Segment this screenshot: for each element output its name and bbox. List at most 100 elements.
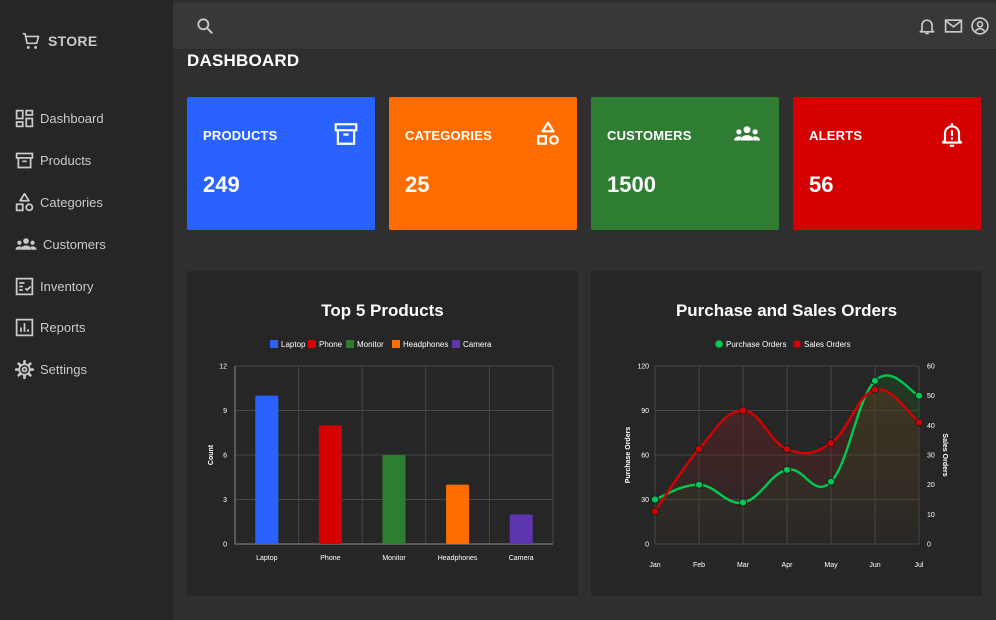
brand[interactable]: STORE: [20, 30, 97, 52]
y-tick-label: 3: [223, 497, 227, 504]
card-label: PRODUCTS: [203, 128, 278, 143]
sidebar: STORE Dashboard Products Categories Cust…: [0, 0, 173, 620]
card-customers[interactable]: CUSTOMERS 1500: [591, 97, 779, 230]
brand-name: STORE: [48, 33, 98, 49]
sidebar-item-label: Reports: [40, 320, 86, 336]
bar: [382, 455, 406, 544]
card-categories[interactable]: CATEGORIES 25: [389, 97, 577, 230]
archive-icon: [15, 152, 34, 169]
y2-tick-label: 50: [927, 393, 935, 400]
people-icon: [734, 126, 760, 141]
y2-axis-title: Sales Orders: [941, 433, 948, 476]
top-products-panel: Top 5 Products Laptop Phone Monitor Headpho…: [187, 271, 578, 596]
sidebar-item-dashboard[interactable]: Dashboard: [14, 98, 106, 140]
bar: [255, 395, 279, 544]
card-value: 25: [405, 172, 430, 197]
card-label: CATEGORIES: [405, 128, 492, 143]
y2-tick-label: 30: [927, 453, 935, 460]
card-label: CUSTOMERS: [607, 128, 692, 143]
legend-swatch: [270, 340, 278, 348]
legend-swatch: [308, 340, 316, 348]
data-point: [826, 477, 836, 486]
x-tick-label: Camera: [509, 555, 534, 562]
orders-panel: Purchase and Sales Orders Purchase Order…: [591, 271, 982, 596]
data-point: [738, 498, 748, 507]
shapes-icon: [537, 121, 559, 145]
sidebar-item-settings[interactable]: Settings: [14, 349, 106, 391]
card-alerts[interactable]: ALERTS 56: [793, 97, 981, 230]
data-point: [870, 385, 880, 394]
y-tick-label: 0: [645, 542, 649, 549]
bar: [509, 514, 533, 544]
x-tick-label: Laptop: [256, 555, 278, 562]
y-axis-title: Count: [208, 444, 215, 465]
messages-button[interactable]: [943, 16, 964, 41]
sidebar-item-products[interactable]: Products: [14, 140, 106, 182]
card-label: ALERTS: [809, 128, 863, 143]
header-bar: [173, 3, 996, 50]
y2-tick-label: 40: [927, 423, 935, 430]
bell-alert-icon: [941, 123, 963, 147]
bar: [318, 425, 342, 544]
x-tick-label: Monitor: [382, 555, 406, 562]
notifications-button[interactable]: [917, 16, 937, 41]
x-tick-label: Jul: [915, 562, 924, 569]
search-icon: [197, 18, 213, 34]
search-button[interactable]: [195, 16, 215, 41]
bar: [446, 484, 470, 544]
card-products[interactable]: PRODUCTS 249: [187, 97, 375, 230]
y-tick-label: 9: [223, 408, 227, 415]
sidebar-item-categories[interactable]: Categories: [14, 182, 106, 224]
dashboard-icon: [15, 110, 34, 128]
legend-label: Camera: [463, 340, 492, 349]
bar-report-icon: [15, 319, 34, 337]
legend-label: Laptop: [281, 340, 306, 349]
orders-chart: Purchase Orders Sales Orders 0 30 60 90 120 0 10…: [625, 340, 948, 569]
legend-swatch: [346, 340, 354, 348]
account-button[interactable]: [970, 16, 990, 41]
app-window: STORE Dashboard Products Categories Cust…: [0, 0, 996, 620]
y-tick-label: 120: [637, 364, 649, 371]
sidebar-item-reports[interactable]: Reports: [14, 307, 106, 349]
data-point: [870, 376, 880, 385]
y-tick-label: 0: [223, 542, 227, 549]
legend-marker: [715, 340, 723, 348]
gear-icon: [14, 360, 35, 380]
x-tick-label: Apr: [782, 562, 794, 569]
sidebar-item-label: Dashboard: [40, 111, 104, 127]
x-tick-label: Jun: [869, 562, 880, 569]
y2-tick-label: 60: [927, 364, 935, 371]
account-icon: [971, 17, 989, 35]
y-tick-label: 30: [641, 497, 649, 504]
x-tick-label: Headphones: [438, 555, 478, 562]
header-actions: [917, 16, 990, 41]
legend-label: Phone: [319, 340, 343, 349]
people-icon: [15, 237, 37, 250]
sidebar-item-label: Customers: [43, 236, 106, 252]
y-tick-label: 12: [219, 364, 227, 371]
data-point: [782, 444, 792, 454]
legend-label: Monitor: [357, 340, 384, 349]
legend-label: Headphones: [403, 340, 448, 349]
y2-tick-label: 10: [927, 512, 935, 519]
y-tick-label: 90: [641, 408, 649, 415]
sidebar-item-label: Categories: [40, 194, 103, 210]
y2-tick-label: 0: [927, 542, 931, 549]
legend-marker: [793, 340, 801, 348]
x-tick-label: May: [824, 562, 838, 569]
sidebar-item-customers[interactable]: Customers: [14, 223, 106, 265]
legend-label: Purchase Orders: [726, 340, 786, 349]
data-point: [650, 507, 660, 516]
cart-icon: [22, 32, 40, 49]
mail-icon: [944, 19, 963, 33]
main-content: DASHBOARD PRODUCTS 249 CATEGORIES 25 CUS…: [173, 50, 996, 620]
data-point: [914, 418, 924, 427]
y2-tick-label: 20: [927, 482, 935, 489]
sidebar-item-label: Settings: [40, 362, 87, 378]
y-axis-title: Purchase Orders: [625, 427, 632, 484]
card-value: 56: [809, 172, 834, 197]
checklist-icon: [15, 277, 34, 295]
x-tick-label: Feb: [693, 562, 705, 569]
data-point: [782, 465, 792, 474]
sidebar-item-inventory[interactable]: Inventory: [14, 265, 106, 307]
